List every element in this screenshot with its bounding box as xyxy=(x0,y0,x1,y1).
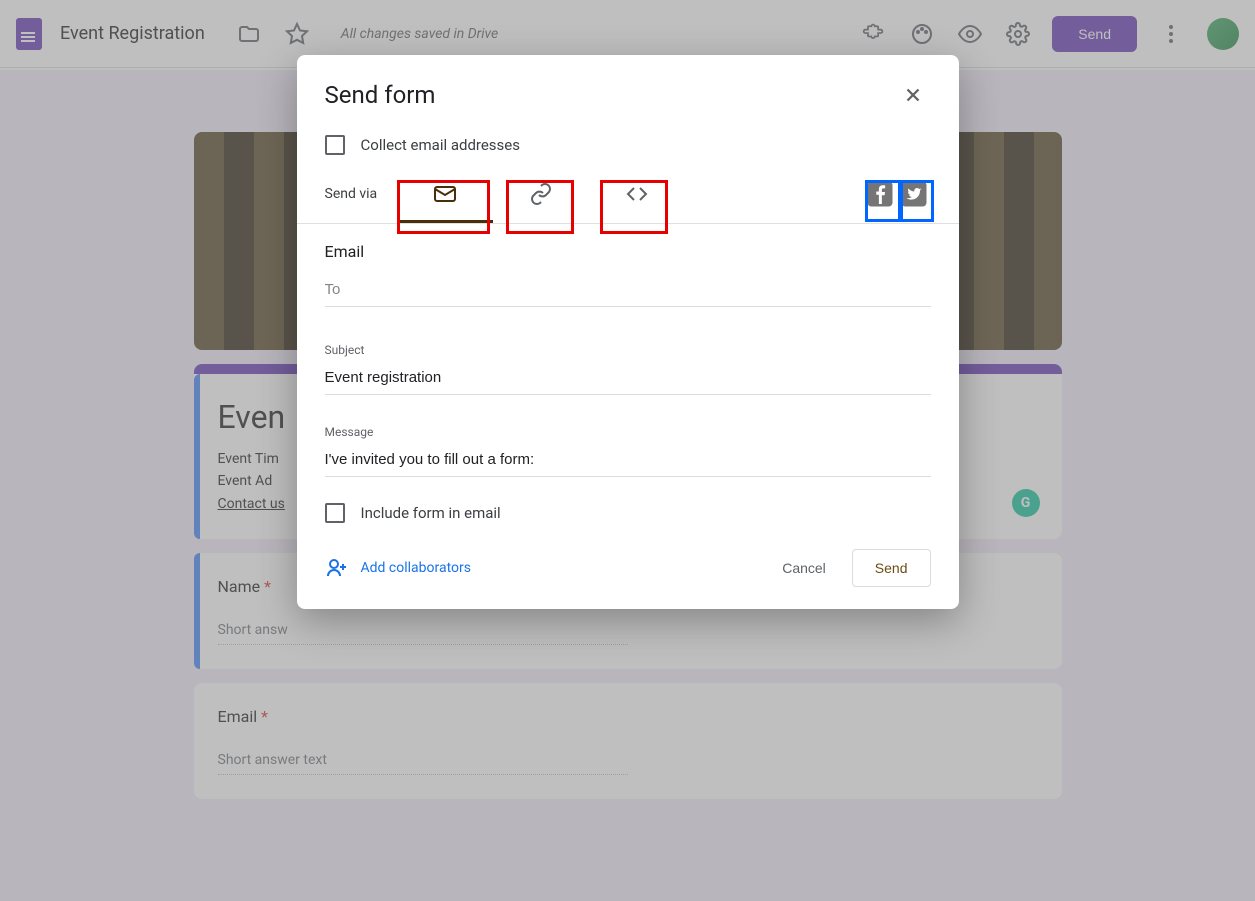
send-submit-button[interactable]: Send xyxy=(852,549,931,587)
dialog-footer: Add collaborators Cancel Send xyxy=(297,533,959,587)
social-share xyxy=(863,177,931,211)
include-form-checkbox[interactable] xyxy=(325,503,345,523)
close-icon[interactable] xyxy=(895,77,931,113)
facebook-icon[interactable] xyxy=(863,177,897,211)
collect-emails-row: Collect email addresses xyxy=(297,125,959,165)
send-via-link-tab[interactable] xyxy=(493,165,589,223)
email-section-title: Email xyxy=(297,224,959,265)
send-via-tabs: Send via xyxy=(297,165,959,224)
message-input[interactable] xyxy=(325,443,931,477)
subject-field-group: Subject xyxy=(297,335,959,403)
include-form-row: Include form in email xyxy=(297,485,959,533)
message-label: Message xyxy=(325,425,931,439)
collect-emails-checkbox[interactable] xyxy=(325,135,345,155)
collect-emails-label: Collect email addresses xyxy=(361,136,521,154)
to-field-group xyxy=(297,265,959,315)
send-via-label: Send via xyxy=(325,186,378,202)
dialog-header: Send form xyxy=(297,55,959,125)
send-via-email-tab[interactable] xyxy=(397,165,493,223)
twitter-icon[interactable] xyxy=(897,177,931,211)
add-collaborators-button[interactable]: Add collaborators xyxy=(325,556,471,580)
send-via-embed-tab[interactable] xyxy=(589,165,685,223)
subject-label: Subject xyxy=(325,343,931,357)
to-input[interactable] xyxy=(325,273,931,307)
cancel-button[interactable]: Cancel xyxy=(766,550,842,586)
include-form-label: Include form in email xyxy=(361,504,501,522)
send-form-dialog: Send form Collect email addresses Send v… xyxy=(297,55,959,609)
dialog-title: Send form xyxy=(325,81,436,109)
message-field-group: Message xyxy=(297,417,959,485)
subject-input[interactable] xyxy=(325,361,931,395)
